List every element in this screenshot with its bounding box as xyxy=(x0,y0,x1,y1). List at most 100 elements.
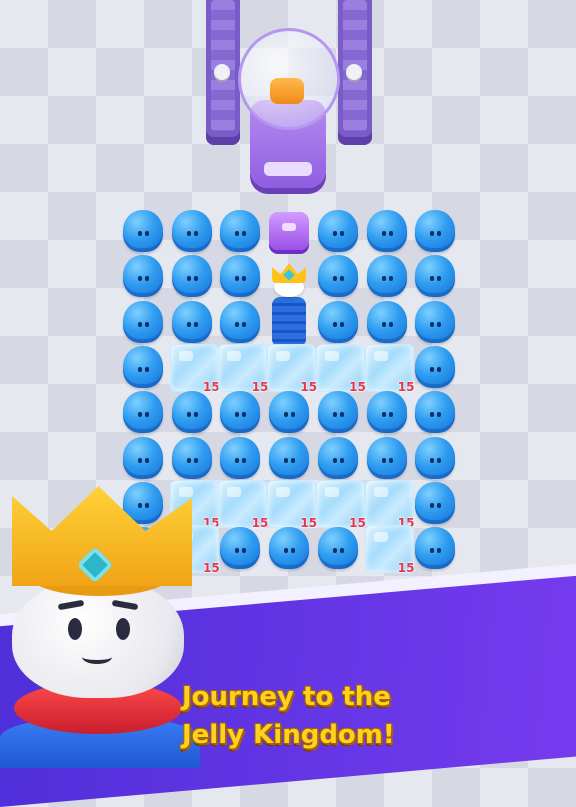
king-eye-left xyxy=(68,618,82,640)
blue-jelly-icon xyxy=(123,255,163,298)
jelly-eye xyxy=(437,502,442,508)
jelly-eye xyxy=(145,366,149,372)
jelly-tile[interactable] xyxy=(316,525,360,571)
jelly-tile[interactable] xyxy=(365,435,409,481)
jelly-tile[interactable] xyxy=(218,208,262,254)
jelly-tile[interactable] xyxy=(218,389,262,435)
jelly-tile[interactable] xyxy=(170,208,214,254)
jelly-tile[interactable] xyxy=(316,389,360,435)
jelly-tile[interactable] xyxy=(121,299,165,345)
jelly-eye xyxy=(138,231,142,236)
jelly-tile[interactable] xyxy=(267,435,311,481)
purple-block-tile[interactable] xyxy=(267,208,311,254)
blue-jelly-icon xyxy=(123,210,163,252)
jelly-tile[interactable] xyxy=(121,435,165,481)
jelly-eye xyxy=(235,321,240,327)
blue-jelly-icon xyxy=(317,436,358,479)
jelly-tile[interactable] xyxy=(218,299,262,345)
jelly-eye xyxy=(138,412,142,418)
jelly-eye xyxy=(437,457,442,463)
king-brow-left xyxy=(57,599,85,611)
jelly-eye xyxy=(388,457,393,463)
jelly-eye xyxy=(388,231,393,236)
jelly-tile[interactable] xyxy=(413,525,457,571)
jelly-eye xyxy=(339,412,344,418)
blue-jelly-icon xyxy=(415,391,456,434)
jelly-tile[interactable] xyxy=(218,435,262,481)
jelly-eye xyxy=(332,321,337,327)
tagline-line-1: Journey to the xyxy=(182,682,391,712)
blue-jelly-icon xyxy=(269,527,310,570)
jelly-eye xyxy=(437,366,442,372)
jelly-eye xyxy=(332,457,337,463)
ice-tile[interactable]: 15 xyxy=(364,343,415,394)
jelly-eye xyxy=(332,412,337,418)
jelly-eye xyxy=(430,457,435,463)
jelly-tile[interactable] xyxy=(413,253,457,299)
game-scene: 15 15 15 15 15 15 15 15 15 15 15 15 Journey to the … xyxy=(0,0,576,807)
jelly-eye xyxy=(242,321,247,327)
jelly-eye xyxy=(339,231,344,236)
jelly-tile[interactable] xyxy=(413,435,457,481)
jelly-tile[interactable] xyxy=(218,525,262,571)
jelly-eye xyxy=(284,548,289,554)
jelly-eye xyxy=(437,231,442,236)
jelly-eye xyxy=(235,231,240,236)
ice-tile[interactable]: 15 xyxy=(169,343,220,394)
jelly-eye xyxy=(381,412,386,418)
jelly-tile[interactable] xyxy=(170,435,214,481)
jelly-tile[interactable] xyxy=(413,480,457,526)
jelly-tile[interactable] xyxy=(316,208,360,254)
blue-jelly-icon xyxy=(415,527,456,570)
blue-jelly-icon xyxy=(415,481,456,524)
jelly-tile[interactable] xyxy=(267,389,311,435)
jelly-eye xyxy=(242,457,247,463)
jelly-tile[interactable] xyxy=(121,253,165,299)
jelly-tile[interactable] xyxy=(365,208,409,254)
blue-jelly-icon xyxy=(415,255,456,298)
jelly-tile[interactable] xyxy=(316,299,360,345)
jelly-tile[interactable] xyxy=(316,253,360,299)
jelly-tile[interactable] xyxy=(170,389,214,435)
ice-tile[interactable]: 15 xyxy=(218,343,268,394)
blue-jelly-icon xyxy=(366,391,407,434)
jelly-eye xyxy=(145,276,149,282)
jelly-eye xyxy=(242,412,247,418)
jelly-eye xyxy=(235,412,240,418)
blue-jelly-icon xyxy=(171,210,212,252)
jelly-tile[interactable] xyxy=(170,253,214,299)
jelly-eye xyxy=(193,231,198,236)
jelly-tile[interactable] xyxy=(218,253,262,299)
jelly-tile[interactable] xyxy=(413,299,457,345)
jelly-tile[interactable] xyxy=(267,525,311,571)
jelly-tile[interactable] xyxy=(121,208,165,254)
jelly-eye xyxy=(339,457,344,463)
jelly-tile[interactable] xyxy=(316,435,360,481)
jelly-tile[interactable] xyxy=(365,299,409,345)
ice-tile[interactable]: 15 xyxy=(218,479,268,530)
jelly-eye xyxy=(388,276,393,282)
jelly-tile[interactable] xyxy=(121,389,165,435)
ice-tile[interactable]: 15 xyxy=(364,479,415,530)
purple-block-icon xyxy=(269,212,310,250)
jelly-eye xyxy=(186,276,191,282)
king-character xyxy=(0,486,200,768)
jelly-tile[interactable] xyxy=(413,389,457,435)
jelly-tile[interactable] xyxy=(413,208,457,254)
ice-tile[interactable]: 15 xyxy=(267,479,317,530)
machine-core xyxy=(270,78,304,104)
jelly-tile[interactable] xyxy=(365,253,409,299)
jelly-tile[interactable] xyxy=(170,299,214,345)
ice-tile[interactable]: 15 xyxy=(364,525,415,575)
king-piece-tile[interactable] xyxy=(267,253,311,348)
ice-tile[interactable]: 15 xyxy=(315,479,366,530)
ice-block-icon: 15 xyxy=(218,343,268,394)
jelly-eye xyxy=(193,321,198,327)
ice-tile[interactable]: 15 xyxy=(315,343,366,394)
ice-tile[interactable]: 15 xyxy=(267,343,317,394)
jelly-tile[interactable] xyxy=(365,389,409,435)
jelly-tile[interactable] xyxy=(121,344,165,390)
jelly-eye xyxy=(145,321,149,327)
jelly-tile[interactable] xyxy=(413,344,457,390)
jelly-eye xyxy=(339,276,344,282)
